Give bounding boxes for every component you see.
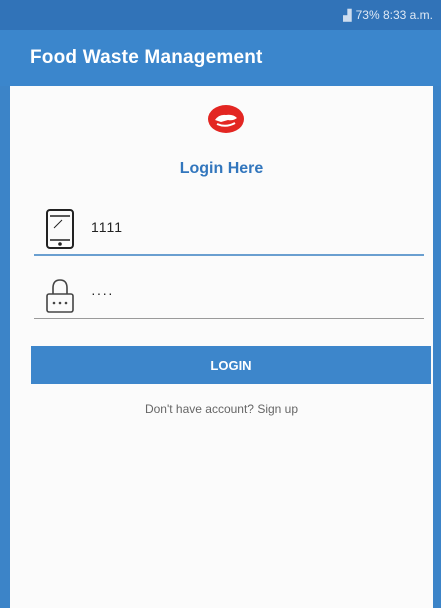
- food-donation-logo-icon: [208, 105, 244, 133]
- password-field[interactable]: ····: [34, 270, 424, 319]
- phone-field[interactable]: 1111: [34, 204, 424, 256]
- app-bar: Food Waste Management: [0, 30, 441, 86]
- signup-link[interactable]: Don't have account? Sign up: [10, 402, 433, 416]
- login-title: Login Here: [179, 160, 264, 177]
- login-content: Login Here 1111 ···· LOGIN Don't have ac…: [10, 86, 433, 608]
- mobile-phone-icon: [46, 209, 74, 249]
- phone-screen: ▟ 73% 8:33 a.m. Food Waste Management Lo…: [0, 0, 441, 608]
- status-bar: ▟ 73% 8:33 a.m.: [0, 0, 441, 30]
- password-input[interactable]: ····: [91, 285, 114, 301]
- signal-icon: ▟: [343, 9, 352, 22]
- phone-input[interactable]: 1111: [91, 219, 123, 235]
- lock-icon: [46, 279, 74, 313]
- status-text: 73% 8:33 a.m.: [355, 8, 433, 22]
- app-title: Food Waste Management: [30, 47, 263, 68]
- login-button[interactable]: LOGIN: [31, 346, 431, 384]
